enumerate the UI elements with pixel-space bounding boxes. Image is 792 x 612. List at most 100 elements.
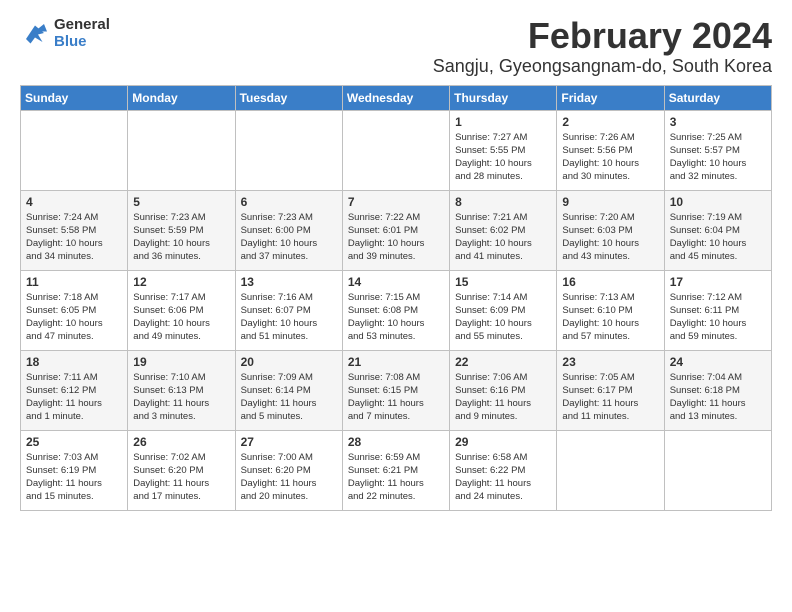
day-info: Sunrise: 7:20 AM Sunset: 6:03 PM Dayligh… [562,211,658,264]
day-info: Sunrise: 7:14 AM Sunset: 6:09 PM Dayligh… [455,291,551,344]
calendar-table: SundayMondayTuesdayWednesdayThursdayFrid… [20,85,772,511]
day-info: Sunrise: 7:00 AM Sunset: 6:20 PM Dayligh… [241,451,337,504]
day-info: Sunrise: 7:26 AM Sunset: 5:56 PM Dayligh… [562,131,658,184]
day-header-thursday: Thursday [450,85,557,110]
day-number: 9 [562,195,658,209]
calendar-cell [664,430,771,510]
day-info: Sunrise: 7:02 AM Sunset: 6:20 PM Dayligh… [133,451,229,504]
calendar-cell: 28 Sunrise: 6:59 AM Sunset: 6:21 PM Dayli… [342,430,449,510]
calendar-cell [128,110,235,190]
day-info: Sunrise: 7:03 AM Sunset: 6:19 PM Dayligh… [26,451,122,504]
day-info: Sunrise: 7:21 AM Sunset: 6:02 PM Dayligh… [455,211,551,264]
day-header-tuesday: Tuesday [235,85,342,110]
calendar-cell: 4Sunrise: 7:24 AM Sunset: 5:58 PM Daylig… [21,190,128,270]
day-number: 26 [133,435,229,449]
day-number: 29 [455,435,551,449]
calendar-cell: 18 Sunrise: 7:11 AM Sunset: 6:12 PM Dayli… [21,350,128,430]
day-info: Sunrise: 7:08 AM Sunset: 6:15 PM Dayligh… [348,371,444,424]
day-info: Sunrise: 6:59 AM Sunset: 6:21 PM Dayligh… [348,451,444,504]
day-info: Sunrise: 7:09 AM Sunset: 6:14 PM Dayligh… [241,371,337,424]
day-info: Sunrise: 7:05 AM Sunset: 6:17 PM Dayligh… [562,371,658,424]
calendar-cell: 19 Sunrise: 7:10 AM Sunset: 6:13 PM Dayli… [128,350,235,430]
day-info: Sunrise: 7:23 AM Sunset: 6:00 PM Dayligh… [241,211,337,264]
calendar-cell: 9 Sunrise: 7:20 AM Sunset: 6:03 PM Daylig… [557,190,664,270]
calendar-week-4: 18 Sunrise: 7:11 AM Sunset: 6:12 PM Dayli… [21,350,772,430]
logo-text: General Blue [54,16,110,51]
logo: General Blue [20,16,110,51]
day-info: Sunrise: 7:18 AM Sunset: 6:05 PM Dayligh… [26,291,122,344]
day-info: Sunrise: 7:13 AM Sunset: 6:10 PM Dayligh… [562,291,658,344]
day-number: 7 [348,195,444,209]
calendar-week-3: 11 Sunrise: 7:18 AM Sunset: 6:05 PM Dayli… [21,270,772,350]
day-header-monday: Monday [128,85,235,110]
day-info: Sunrise: 7:17 AM Sunset: 6:06 PM Dayligh… [133,291,229,344]
day-header-sunday: Sunday [21,85,128,110]
calendar-cell: 8 Sunrise: 7:21 AM Sunset: 6:02 PM Daylig… [450,190,557,270]
calendar-cell: 22Sunrise: 7:06 AM Sunset: 6:16 PM Dayli… [450,350,557,430]
calendar-cell [342,110,449,190]
day-info: Sunrise: 7:22 AM Sunset: 6:01 PM Dayligh… [348,211,444,264]
calendar-cell: 13 Sunrise: 7:16 AM Sunset: 6:07 PM Dayli… [235,270,342,350]
calendar-cell: 7 Sunrise: 7:22 AM Sunset: 6:01 PM Daylig… [342,190,449,270]
calendar-cell [235,110,342,190]
day-number: 10 [670,195,766,209]
calendar-cell: 6 Sunrise: 7:23 AM Sunset: 6:00 PM Daylig… [235,190,342,270]
title-block: February 2024 Sangju, Gyeongsangnam-do, … [433,16,772,77]
day-number: 6 [241,195,337,209]
day-number: 1 [455,115,551,129]
calendar-cell: 20Sunrise: 7:09 AM Sunset: 6:14 PM Dayli… [235,350,342,430]
calendar-subtitle: Sangju, Gyeongsangnam-do, South Korea [433,56,772,77]
calendar-cell: 5 Sunrise: 7:23 AM Sunset: 5:59 PM Daylig… [128,190,235,270]
calendar-week-2: 4Sunrise: 7:24 AM Sunset: 5:58 PM Daylig… [21,190,772,270]
day-number: 24 [670,355,766,369]
day-number: 13 [241,275,337,289]
day-number: 14 [348,275,444,289]
calendar-cell: 1Sunrise: 7:27 AM Sunset: 5:55 PM Daylig… [450,110,557,190]
day-header-saturday: Saturday [664,85,771,110]
day-info: Sunrise: 7:15 AM Sunset: 6:08 PM Dayligh… [348,291,444,344]
day-number: 17 [670,275,766,289]
day-number: 15 [455,275,551,289]
day-number: 16 [562,275,658,289]
day-info: Sunrise: 7:25 AM Sunset: 5:57 PM Dayligh… [670,131,766,184]
day-number: 5 [133,195,229,209]
day-number: 11 [26,275,122,289]
calendar-cell: 14 Sunrise: 7:15 AM Sunset: 6:08 PM Dayli… [342,270,449,350]
calendar-cell: 21 Sunrise: 7:08 AM Sunset: 6:15 PM Dayli… [342,350,449,430]
day-header-friday: Friday [557,85,664,110]
day-number: 19 [133,355,229,369]
day-info: Sunrise: 7:10 AM Sunset: 6:13 PM Dayligh… [133,371,229,424]
calendar-week-5: 25 Sunrise: 7:03 AM Sunset: 6:19 PM Dayli… [21,430,772,510]
calendar-header-row: SundayMondayTuesdayWednesdayThursdayFrid… [21,85,772,110]
calendar-week-1: 1Sunrise: 7:27 AM Sunset: 5:55 PM Daylig… [21,110,772,190]
day-number: 12 [133,275,229,289]
day-number: 27 [241,435,337,449]
calendar-cell: 11 Sunrise: 7:18 AM Sunset: 6:05 PM Dayli… [21,270,128,350]
day-number: 25 [26,435,122,449]
calendar-cell: 26 Sunrise: 7:02 AM Sunset: 6:20 PM Dayli… [128,430,235,510]
calendar-title: February 2024 [433,16,772,56]
day-number: 22 [455,355,551,369]
day-number: 3 [670,115,766,129]
day-info: Sunrise: 7:16 AM Sunset: 6:07 PM Dayligh… [241,291,337,344]
calendar-cell: 17 Sunrise: 7:12 AM Sunset: 6:11 PM Dayli… [664,270,771,350]
calendar-cell: 25 Sunrise: 7:03 AM Sunset: 6:19 PM Dayli… [21,430,128,510]
day-number: 8 [455,195,551,209]
day-number: 21 [348,355,444,369]
day-info: Sunrise: 7:11 AM Sunset: 6:12 PM Dayligh… [26,371,122,424]
calendar-cell: 10 Sunrise: 7:19 AM Sunset: 6:04 PM Dayli… [664,190,771,270]
calendar-cell: 23Sunrise: 7:05 AM Sunset: 6:17 PM Dayli… [557,350,664,430]
calendar-cell: 3 Sunrise: 7:25 AM Sunset: 5:57 PM Daylig… [664,110,771,190]
day-info: Sunrise: 7:12 AM Sunset: 6:11 PM Dayligh… [670,291,766,344]
day-info: Sunrise: 7:19 AM Sunset: 6:04 PM Dayligh… [670,211,766,264]
calendar-cell [21,110,128,190]
calendar-cell: 15 Sunrise: 7:14 AM Sunset: 6:09 PM Dayli… [450,270,557,350]
calendar-cell: 12 Sunrise: 7:17 AM Sunset: 6:06 PM Dayli… [128,270,235,350]
day-number: 18 [26,355,122,369]
calendar-cell: 29Sunrise: 6:58 AM Sunset: 6:22 PM Dayli… [450,430,557,510]
day-info: Sunrise: 7:23 AM Sunset: 5:59 PM Dayligh… [133,211,229,264]
calendar-cell: 16 Sunrise: 7:13 AM Sunset: 6:10 PM Dayli… [557,270,664,350]
calendar-cell: 24Sunrise: 7:04 AM Sunset: 6:18 PM Dayli… [664,350,771,430]
day-number: 28 [348,435,444,449]
calendar-body: 1Sunrise: 7:27 AM Sunset: 5:55 PM Daylig… [21,110,772,510]
